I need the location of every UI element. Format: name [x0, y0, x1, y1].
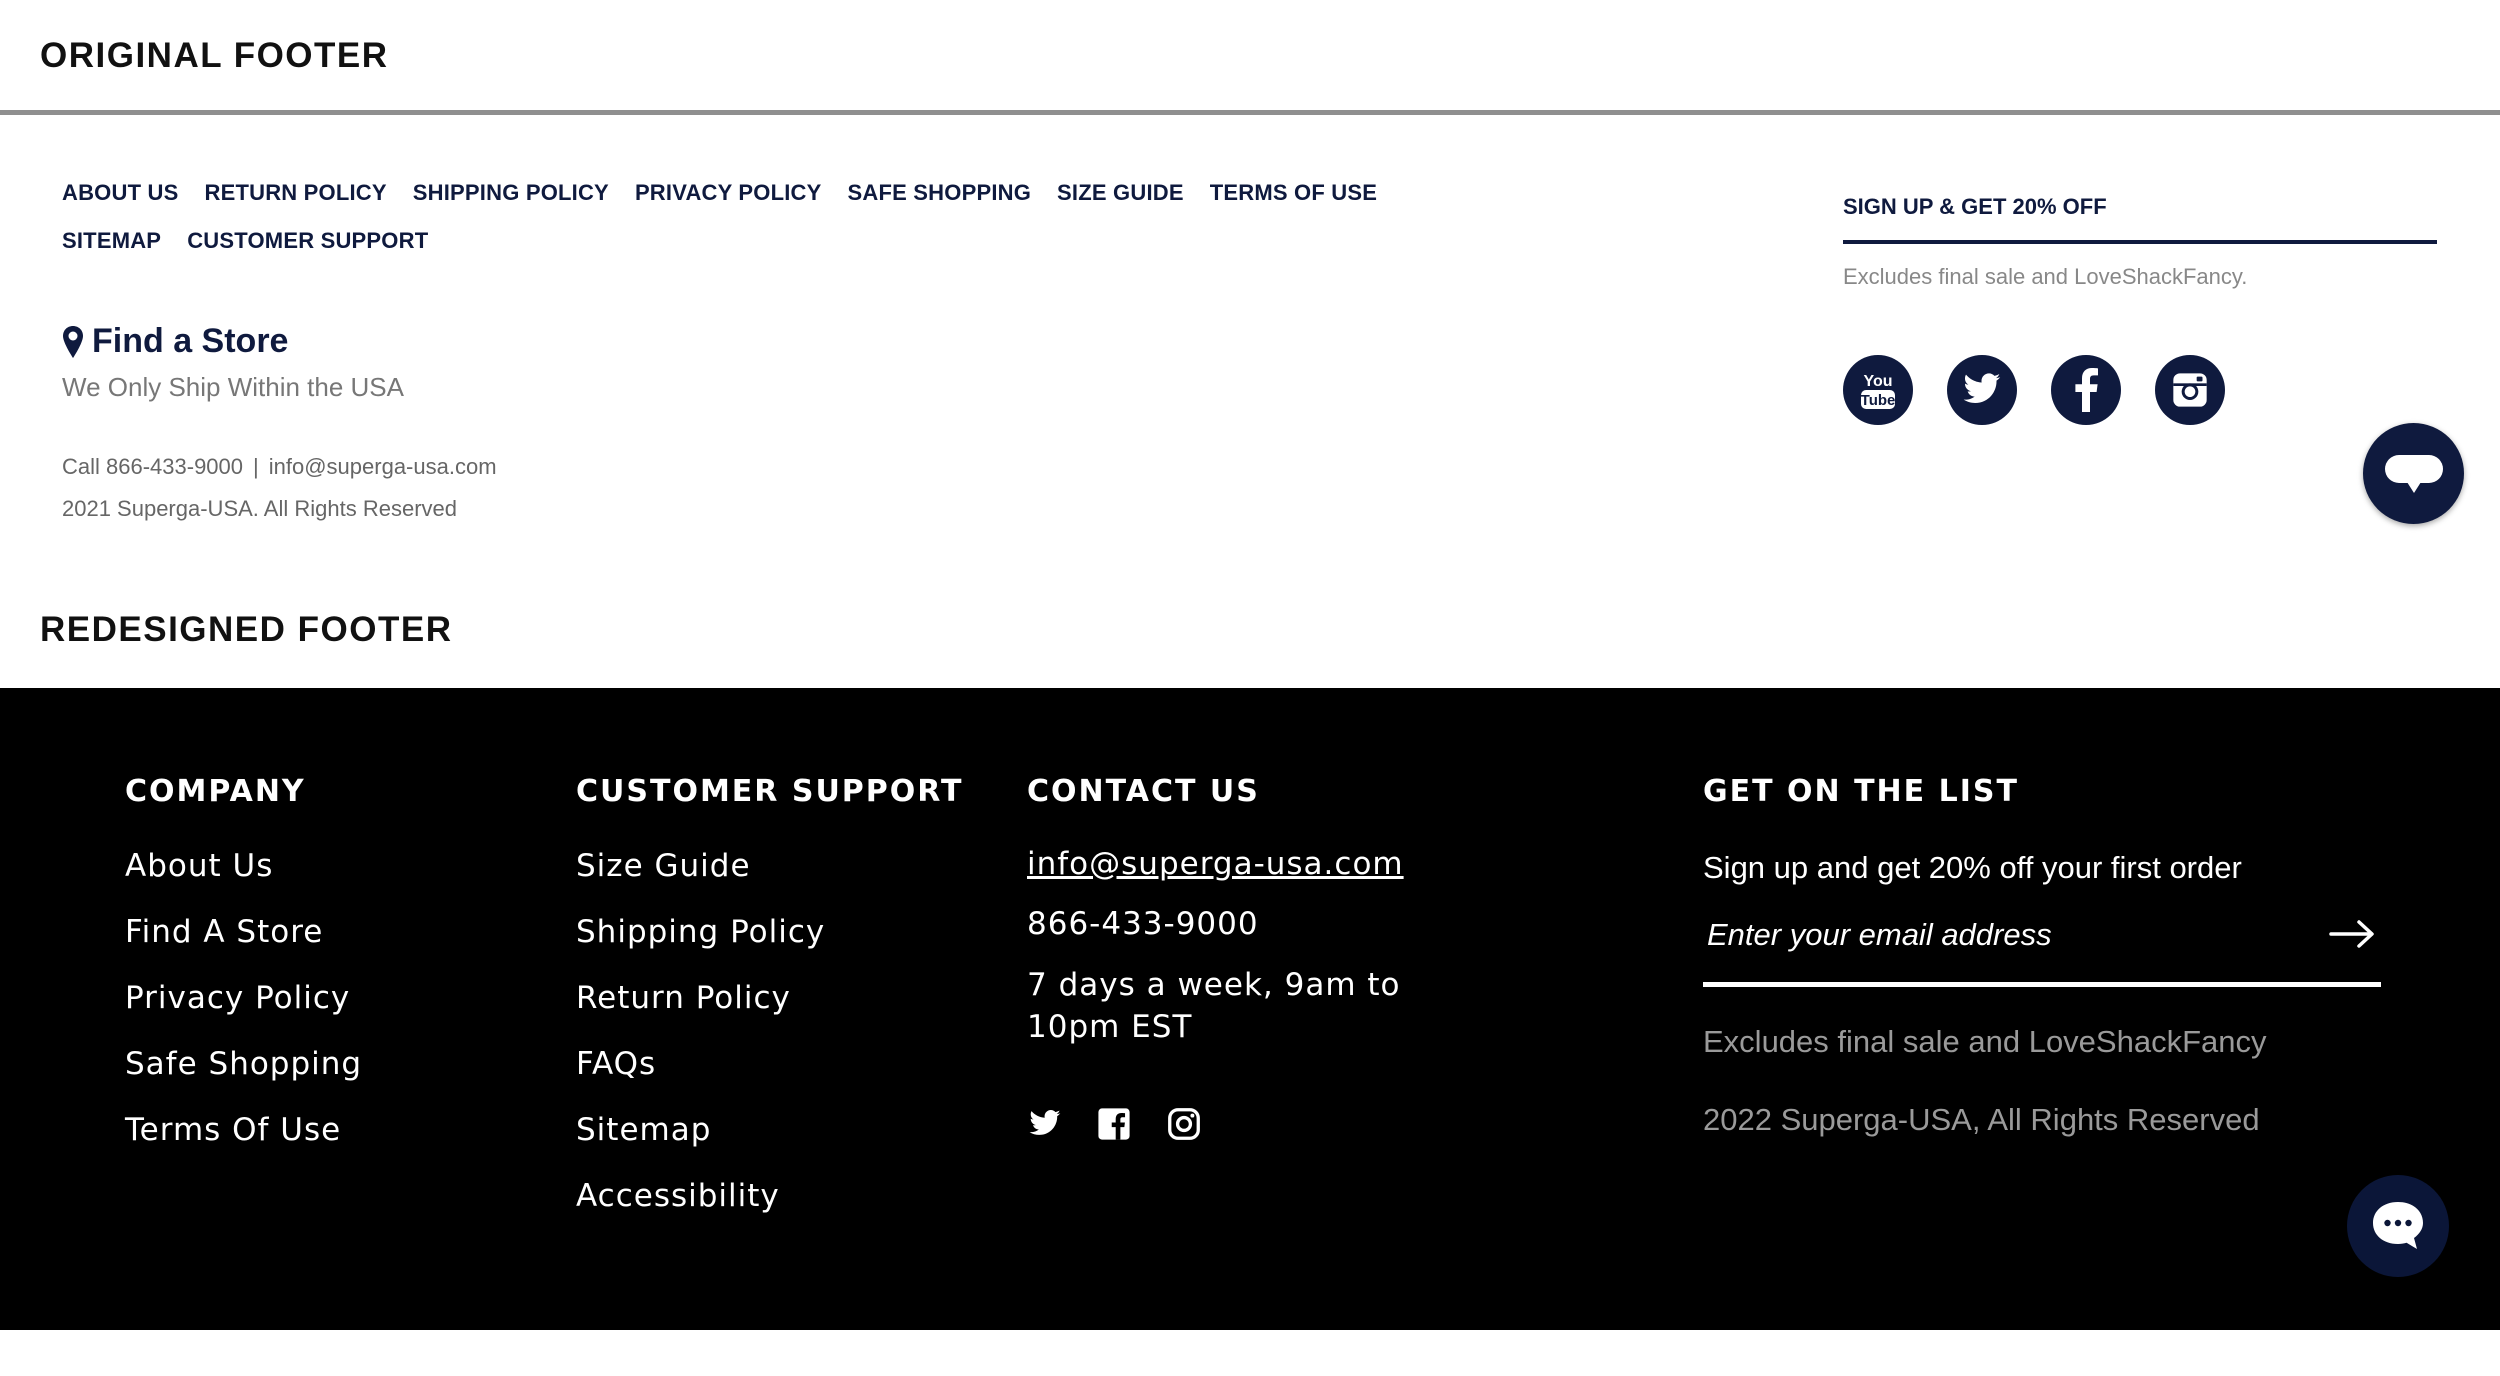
redesigned-copyright: 2022 Superga-USA, All Rights Reserved [1703, 1102, 2260, 1137]
link-return-policy[interactable]: Return Policy [576, 980, 791, 1016]
call-text[interactable]: Call 866-433-9000 [62, 454, 243, 480]
contact-email-link[interactable]: info@superga-usa.com [1027, 846, 1404, 882]
signup-underline [1843, 240, 2437, 244]
chat-widget-button[interactable] [2347, 1175, 2449, 1277]
instagram-icon[interactable] [2155, 355, 2225, 425]
redesigned-footer-heading: REDESIGNED FOOTER [40, 610, 453, 649]
shipping-note: We Only Ship Within the USA [62, 372, 404, 402]
map-pin-icon [63, 325, 83, 358]
footer-link-privacy-policy[interactable]: PRIVACY POLICY [635, 180, 822, 206]
customer-support-column-title: CUSTOMER SUPPORT [576, 774, 964, 809]
original-contact-line: Call 866-433-9000 | info@superga-usa.com [62, 454, 497, 480]
youtube-tube-text: Tube [1861, 392, 1896, 409]
facebook-icon[interactable] [1096, 1106, 1132, 1142]
chat-widget-button[interactable] [2363, 423, 2464, 524]
chat-icon [2373, 1202, 2423, 1249]
footer-link-sitemap[interactable]: SITEMAP [62, 228, 161, 254]
original-footer-heading: ORIGINAL FOOTER [40, 36, 389, 75]
newsletter-email-input[interactable] [1703, 910, 2307, 960]
footer-link-about-us[interactable]: ABOUT US [62, 180, 179, 206]
original-footer-links-row1: ABOUT US RETURN POLICY SHIPPING POLICY P… [62, 180, 1377, 206]
newsletter-excludes-note: Excludes final sale and LoveShackFancy [1703, 1024, 2267, 1059]
chat-icon [2384, 454, 2443, 493]
separator: | [253, 454, 259, 479]
youtube-you-text: You [1863, 373, 1892, 390]
newsletter-subtitle: Sign up and get 20% off your first order [1703, 850, 2242, 885]
contact-us-column-title: CONTACT US [1027, 774, 1260, 809]
arrow-right-icon[interactable] [2328, 912, 2376, 956]
link-privacy-policy[interactable]: Privacy Policy [125, 980, 350, 1016]
link-size-guide[interactable]: Size Guide [576, 848, 751, 884]
footer-link-size-guide[interactable]: SIZE GUIDE [1057, 180, 1184, 206]
link-shipping-policy[interactable]: Shipping Policy [576, 914, 825, 950]
footer-link-shipping-policy[interactable]: SHIPPING POLICY [413, 180, 609, 206]
original-copyright: 2021 Superga-USA. All Rights Reserved [62, 496, 457, 521]
contact-email-link[interactable]: info@superga-usa.com [269, 454, 497, 480]
footer-link-safe-shopping[interactable]: SAFE SHOPPING [848, 180, 1032, 206]
signup-title[interactable]: SIGN UP & GET 20% OFF [1843, 194, 2107, 220]
email-underline [1703, 982, 2381, 987]
footer-link-return-policy[interactable]: RETURN POLICY [205, 180, 387, 206]
link-terms-of-use[interactable]: Terms Of Use [125, 1112, 341, 1148]
footer-link-customer-support[interactable]: CUSTOMER SUPPORT [187, 228, 428, 254]
twitter-icon[interactable] [1947, 355, 2017, 425]
footer-link-terms-of-use[interactable]: TERMS OF USE [1210, 180, 1377, 206]
contact-phone: 866-433-9000 [1027, 906, 1259, 942]
find-a-store-label: Find a Store [92, 322, 289, 360]
contact-hours: 7 days a week, 9am to 10pm EST [1027, 967, 1401, 1045]
link-safe-shopping[interactable]: Safe Shopping [125, 1046, 362, 1082]
link-find-a-store[interactable]: Find A Store [125, 914, 323, 950]
section-divider [0, 110, 2500, 115]
get-on-the-list-title: GET ON THE LIST [1703, 774, 2019, 809]
twitter-icon[interactable] [1027, 1106, 1063, 1142]
facebook-icon[interactable] [2051, 355, 2121, 425]
instagram-icon[interactable] [1166, 1106, 1202, 1142]
youtube-icon[interactable]: You Tube [1843, 355, 1913, 425]
original-footer-links-row2: SITEMAP CUSTOMER SUPPORT [62, 228, 428, 254]
signup-excludes-note: Excludes final sale and LoveShackFancy. [1843, 264, 2248, 289]
link-accessibility[interactable]: Accessibility [576, 1178, 780, 1214]
link-sitemap[interactable]: Sitemap [576, 1112, 711, 1148]
find-a-store-link[interactable]: Find a Store [62, 322, 288, 361]
link-about-us[interactable]: About Us [125, 848, 273, 884]
company-column-title: COMPANY [125, 774, 306, 809]
link-faqs[interactable]: FAQs [576, 1046, 656, 1082]
